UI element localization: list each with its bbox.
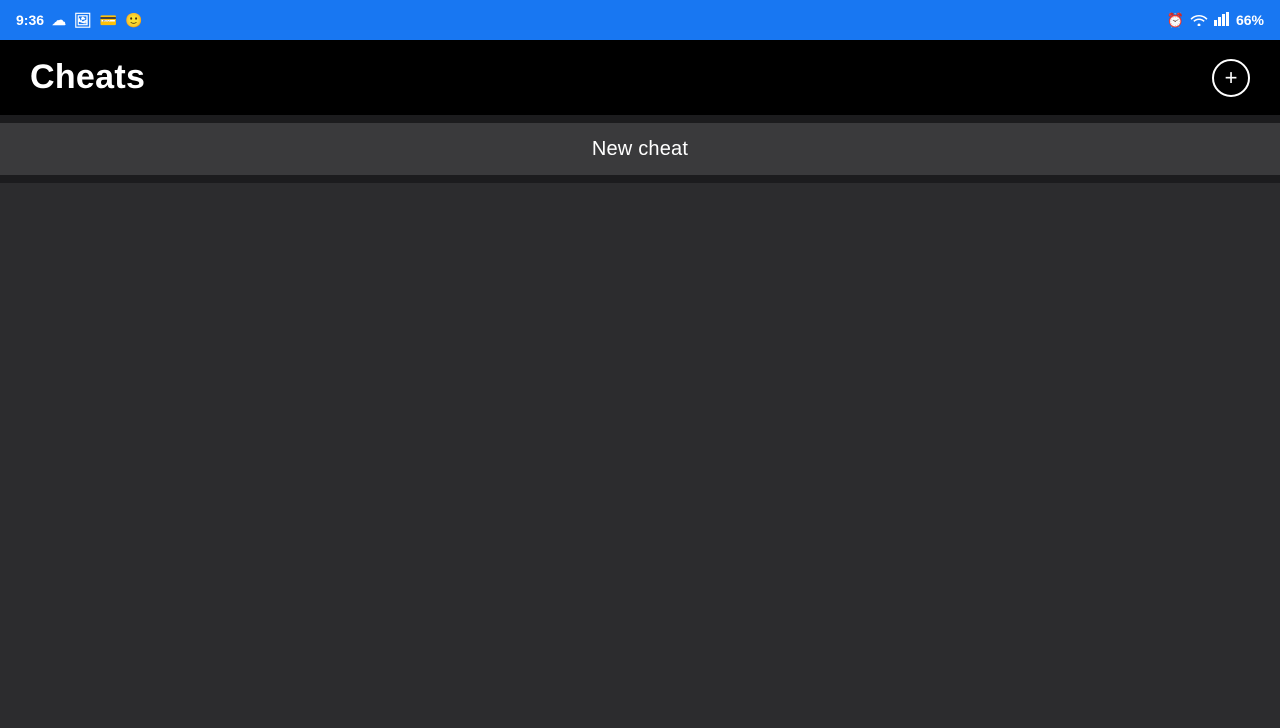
time-display: 9:36 <box>16 12 44 28</box>
wifi-icon <box>1190 12 1208 29</box>
image-icon: 🖼 <box>74 12 92 29</box>
status-bar-right: ⏰ 66% <box>1167 12 1264 29</box>
new-cheat-label: New cheat <box>592 138 688 161</box>
new-cheat-button[interactable]: New cheat <box>0 123 1280 175</box>
header: Cheats + <box>0 40 1280 115</box>
battery-display: 66% <box>1236 12 1264 28</box>
empty-content-area <box>0 183 1280 728</box>
page-title: Cheats <box>30 58 145 97</box>
status-bar-left: 9:36 ☁ 🖼 💳 🙂 <box>16 12 143 29</box>
status-bar: 9:36 ☁ 🖼 💳 🙂 ⏰ 66% <box>0 0 1280 40</box>
signal-icon <box>1214 12 1230 29</box>
card-icon: 💳 <box>100 12 117 29</box>
face-icon: 🙂 <box>125 12 142 29</box>
cloud-icon: ☁ <box>52 12 66 29</box>
add-cheat-button[interactable]: + <box>1212 59 1250 97</box>
alarm-icon: ⏰ <box>1167 12 1184 29</box>
main-content: New cheat <box>0 115 1280 183</box>
plus-circle-icon: + <box>1225 67 1238 89</box>
